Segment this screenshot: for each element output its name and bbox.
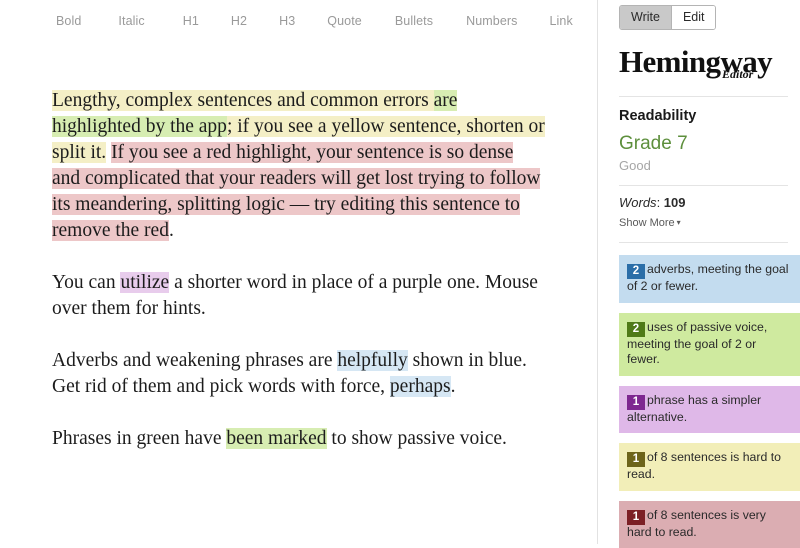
toolbar-h3-button[interactable]: H3 [279, 12, 295, 30]
stat-card-simpler-alternative[interactable]: 1phrase has a simpler alternative. [619, 386, 800, 434]
paragraph-2[interactable]: You can utilize a shorter word in place … [52, 270, 545, 322]
divider-cards [619, 242, 788, 243]
text-plain: Phrases in green have [52, 428, 226, 449]
toolbar-h2-button[interactable]: H2 [231, 12, 247, 30]
paragraph-1[interactable]: Lengthy, complex sentences and common er… [52, 88, 545, 244]
stat-card-adverbs[interactable]: 2adverbs, meeting the goal of 2 or fewer… [619, 255, 800, 303]
readability-block: Readability Grade 7 Good [610, 97, 788, 174]
text-plain: Adverbs and weakening phrases are [52, 350, 337, 371]
words-block: Words: 109 Show More▾ [610, 186, 788, 231]
stats-card-list: 2adverbs, meeting the goal of 2 or fewer… [619, 255, 800, 548]
stat-card-text: phrase has a simpler alternative. [627, 393, 761, 424]
toolbar-numbers-button[interactable]: Numbers [466, 12, 517, 30]
stat-badge-count: 2 [627, 264, 645, 279]
stat-badge-count: 1 [627, 510, 645, 525]
stat-card-text: uses of passive voice, meeting the goal … [627, 320, 767, 367]
formatting-toolbar: Bold Italic H1 H2 H3 Quote Bullets Numbe… [0, 0, 597, 36]
mode-toggle: Write Edit [619, 5, 716, 30]
readability-grade: Grade 7 [619, 132, 788, 156]
hemingway-editor-app: Bold Italic H1 H2 H3 Quote Bullets Numbe… [0, 0, 800, 544]
stat-card-very-hard-to-read[interactable]: 1of 8 sentences is very hard to read. [619, 501, 800, 548]
text-plain: to show passive voice. [327, 428, 507, 449]
toolbar-h1-button[interactable]: H1 [183, 12, 199, 30]
highlight-adverb[interactable]: helpfully [337, 350, 407, 371]
toolbar-bold-button[interactable]: Bold [56, 12, 81, 30]
sidebar: Write Edit Hemingway Editor Readability … [597, 0, 800, 544]
stat-card-passive-voice[interactable]: 2uses of passive voice, meeting the goal… [619, 313, 800, 376]
highlight-simpler-alternative[interactable]: utilize [120, 272, 169, 293]
stat-card-hard-to-read[interactable]: 1of 8 sentences is hard to read. [619, 443, 800, 491]
editor-pane: Bold Italic H1 H2 H3 Quote Bullets Numbe… [0, 0, 597, 544]
toolbar-italic-button[interactable]: Italic [118, 12, 144, 30]
mode-edit-button[interactable]: Edit [671, 6, 716, 29]
show-more-label: Show More [619, 217, 675, 229]
highlight-passive-voice[interactable]: been marked [226, 428, 326, 449]
chevron-down-icon: ▾ [677, 218, 681, 227]
paragraph-3[interactable]: Adverbs and weakening phrases are helpfu… [52, 348, 545, 400]
paragraph-4[interactable]: Phrases in green have been marked to sho… [52, 426, 545, 452]
text-plain: . [169, 220, 174, 241]
stat-badge-count: 1 [627, 395, 645, 410]
stat-badge-count: 2 [627, 322, 645, 337]
word-count-line: Words: 109 [619, 194, 788, 211]
logo-subtitle: Editor [722, 67, 753, 82]
highlight-very-hard-sentence[interactable]: If you see a red highlight, your sentenc… [52, 142, 540, 241]
toolbar-bullets-button[interactable]: Bullets [395, 12, 433, 30]
stat-card-text: of 8 sentences is hard to read. [627, 450, 781, 481]
text-plain: Lengthy, complex sentences and common er… [52, 90, 434, 111]
stat-card-text: adverbs, meeting the goal of 2 or fewer. [627, 262, 789, 293]
text-plain: You can [52, 272, 120, 293]
word-count-label: Words [619, 195, 657, 210]
toolbar-quote-button[interactable]: Quote [327, 12, 362, 30]
readability-note: Good [619, 157, 788, 174]
hemingway-logo: Hemingway Editor [619, 45, 788, 85]
word-count-separator: : [657, 195, 664, 210]
toolbar-link-button[interactable]: Link [550, 12, 573, 30]
readability-heading: Readability [619, 107, 788, 125]
stat-card-text: of 8 sentences is very hard to read. [627, 508, 766, 539]
stat-badge-count: 1 [627, 452, 645, 467]
mode-write-button[interactable]: Write [620, 6, 671, 29]
word-count-value: 109 [664, 195, 686, 210]
logo-wordmark: Hemingway [619, 45, 788, 79]
document-text-area[interactable]: Lengthy, complex sentences and common er… [0, 36, 597, 452]
text-plain: . [451, 376, 456, 397]
highlight-adverb[interactable]: perhaps [390, 376, 451, 397]
show-more-toggle[interactable]: Show More▾ [619, 215, 788, 231]
